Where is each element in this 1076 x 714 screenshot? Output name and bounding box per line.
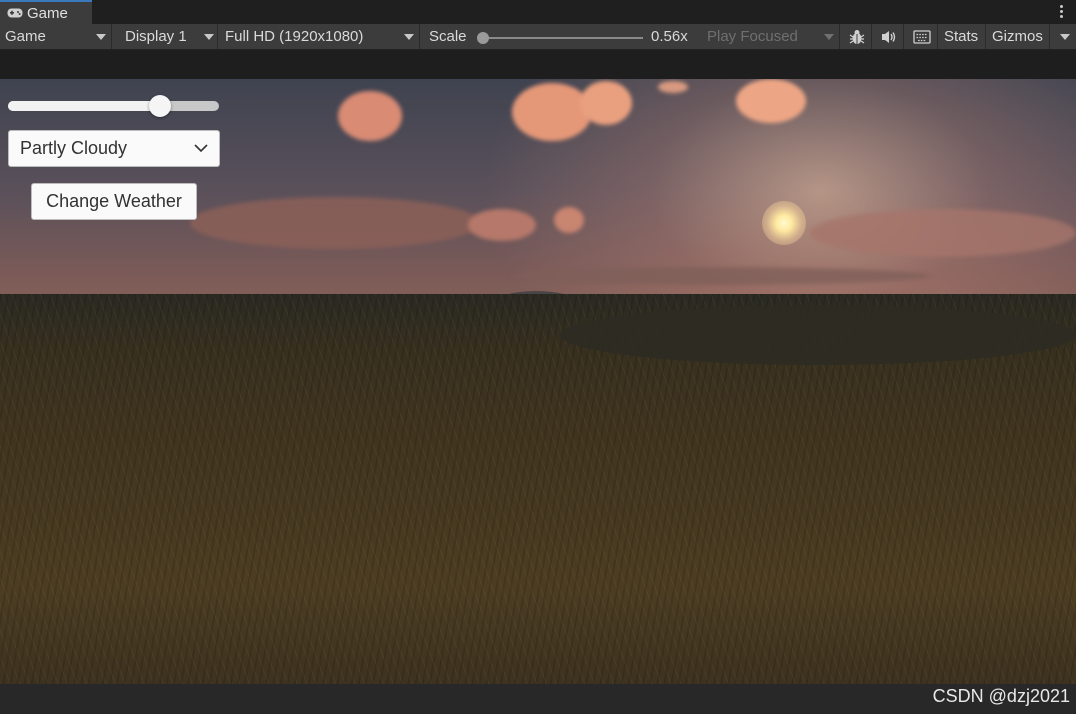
resolution-label: Full HD (1920x1080) (225, 28, 364, 45)
game-view-letterbox (0, 50, 1076, 79)
scale-value: 0.56x (651, 28, 688, 45)
sun (762, 201, 806, 245)
stats-label: Stats (944, 28, 979, 45)
resolution-dropdown[interactable]: Full HD (1920x1080) (220, 24, 420, 49)
scale-slider-handle[interactable] (477, 32, 489, 44)
view-mode-label: Game (5, 28, 46, 45)
chevron-down-icon (96, 34, 106, 40)
chevron-down-icon (204, 34, 214, 40)
scale-slider-track[interactable] (483, 37, 643, 39)
display-dropdown[interactable]: Display 1 (118, 24, 218, 49)
cloud (338, 91, 402, 141)
gizmos-label: Gizmos (992, 28, 1043, 45)
change-weather-label: Change Weather (46, 191, 182, 211)
cloud (554, 207, 584, 233)
view-mode-dropdown[interactable]: Game (0, 24, 112, 49)
cloud (810, 209, 1076, 257)
status-footer (0, 684, 1076, 714)
cloud (580, 81, 632, 125)
more-options-icon[interactable] (1060, 4, 1064, 20)
chevron-down-icon (1060, 34, 1070, 40)
dark-ridge (560, 305, 1076, 365)
display-label: Display 1 (125, 28, 187, 45)
tab-bar: Game (0, 0, 1076, 24)
gamepad-icon (7, 8, 23, 18)
keyboard-icon (912, 29, 931, 44)
chevron-down-icon (404, 34, 414, 40)
slider-fill (8, 101, 160, 111)
weather-dropdown-label: Partly Cloudy (20, 138, 128, 158)
chevron-down-icon (824, 34, 834, 40)
tab-label: Game (27, 4, 68, 22)
debug-bug-button[interactable] (842, 24, 872, 49)
gizmos-button[interactable]: Gizmos (988, 24, 1050, 49)
shortcuts-button[interactable] (906, 24, 938, 49)
slider-handle[interactable] (149, 95, 171, 117)
gizmos-dropdown[interactable] (1052, 24, 1076, 49)
weather-dropdown[interactable]: Partly Cloudy (8, 130, 220, 167)
play-mode-dropdown[interactable]: Play Focused (701, 24, 840, 49)
cloud (736, 79, 806, 123)
weather-intensity-slider[interactable] (8, 95, 219, 117)
cloud (510, 267, 930, 285)
chevron-down-icon (194, 144, 208, 153)
mute-audio-button[interactable] (874, 24, 904, 49)
bug-icon (849, 29, 864, 44)
stats-button[interactable]: Stats (940, 24, 986, 49)
scale-label: Scale (429, 28, 467, 45)
change-weather-button[interactable]: Change Weather (31, 183, 197, 220)
game-viewport[interactable] (0, 79, 1076, 684)
speaker-icon (881, 30, 895, 43)
cloud (468, 209, 536, 241)
cloud (658, 81, 688, 93)
cloud (190, 197, 480, 249)
cloud (512, 83, 592, 141)
tab-game[interactable]: Game (0, 0, 92, 24)
play-mode-label: Play Focused (707, 28, 798, 45)
watermark: CSDN @dzj2021 (932, 686, 1070, 706)
